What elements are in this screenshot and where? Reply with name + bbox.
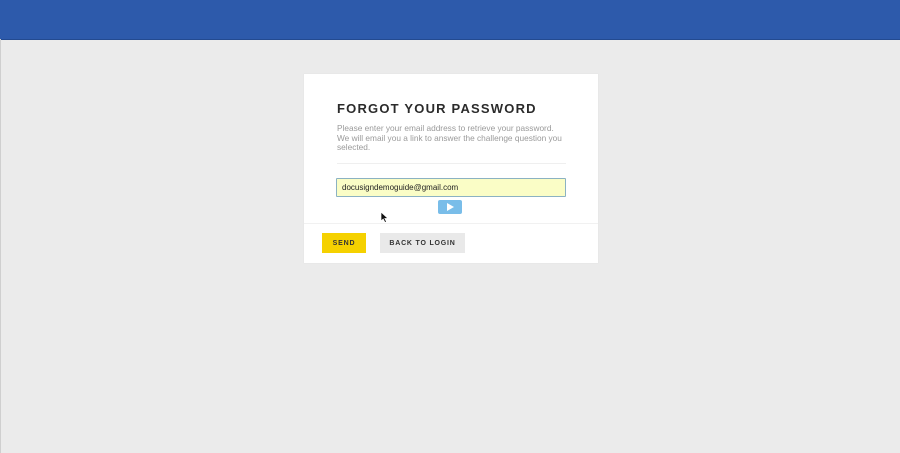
- forgot-password-card: FORGOT YOUR PASSWORD Please enter your e…: [304, 74, 598, 263]
- instructions-text: Please enter your email address to retri…: [337, 123, 562, 153]
- mouse-pointer-icon: [380, 210, 390, 223]
- play-button[interactable]: [438, 200, 462, 214]
- left-border: [0, 39, 1, 453]
- top-banner: [0, 0, 900, 40]
- footer-divider: [304, 223, 598, 224]
- back-to-login-button[interactable]: BACK TO LOGIN: [380, 233, 465, 253]
- divider: [337, 163, 566, 164]
- email-input[interactable]: [336, 178, 566, 197]
- play-icon: [446, 203, 454, 211]
- page-title: FORGOT YOUR PASSWORD: [337, 101, 537, 116]
- send-button[interactable]: SEND: [322, 233, 366, 253]
